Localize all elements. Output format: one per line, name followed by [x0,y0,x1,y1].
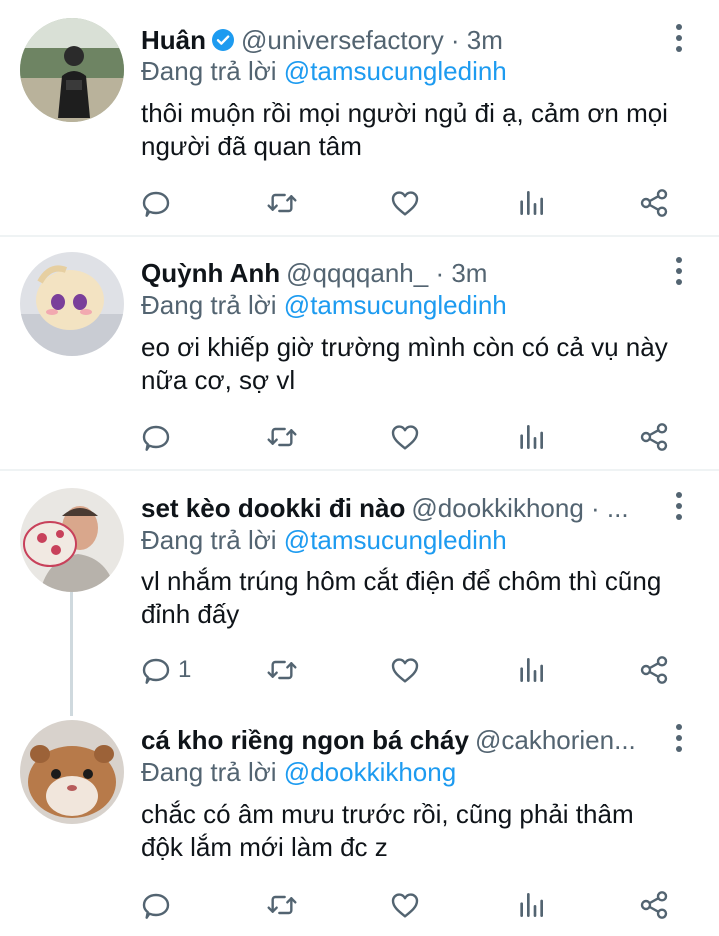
replying-prefix: Đang trả lời [141,525,277,555]
replying-prefix: Đang trả lời [141,290,277,320]
reply-mention-link[interactable]: @tamsucungledinh [284,525,507,555]
tweet-text: thôi muộn rồi mọi người ngủ đi ạ, cảm ơn… [141,98,668,161]
action-bar [0,417,719,457]
replying-prefix: Đang trả lời [141,56,277,86]
tweet-text: eo ơi khiếp giờ trường mình còn có cả vụ… [141,332,668,395]
retweet-icon [266,654,298,686]
share-icon [638,654,670,686]
handle-and-time[interactable]: @dookkikhong · ... [411,493,628,524]
display-name[interactable]: Quỳnh Anh [141,258,280,289]
display-name[interactable]: set kèo dookki đi nào [141,493,405,524]
analytics-icon [515,889,547,921]
analytics-icon [515,421,547,453]
more-options-icon[interactable] [669,253,689,289]
avatar[interactable] [20,18,124,122]
like-button[interactable] [389,417,421,457]
analytics-button[interactable] [515,183,547,223]
tweet[interactable]: Quỳnh Anh @qqqqanh_ · 3m Đang trả lời @t… [0,237,719,469]
analytics-icon [515,654,547,686]
reply-button[interactable] [140,417,178,457]
more-options-icon[interactable] [669,720,689,756]
reply-icon [140,889,172,921]
tweet[interactable]: Huân @universefactory · 3m Đang trả lời … [0,0,719,236]
retweet-button[interactable] [266,885,298,925]
reply-mention-link[interactable]: @dookkikhong [284,757,456,787]
tweet-text: vl nhắm trúng hôm cắt điện để chôm thì c… [141,566,662,629]
replying-to: Đang trả lời @dookkikhong [141,757,456,788]
tweet-text: chắc có âm mưu trước rồi, cũng phải thâm… [141,799,634,862]
replying-prefix: Đang trả lời [141,757,277,787]
reply-button[interactable] [140,183,178,223]
handle-and-time[interactable]: @qqqqanh_ · 3m [286,258,487,289]
verified-badge-icon [211,28,235,52]
tweet[interactable]: cá kho riềng ngon bá cháy @cakhorien... … [0,710,719,936]
handle-and-time[interactable]: @universefactory · 3m [241,25,503,56]
action-bar [0,183,719,223]
analytics-button[interactable] [515,885,547,925]
handle-and-time[interactable]: @cakhorien... [475,725,636,756]
reply-icon [140,187,172,219]
like-button[interactable] [389,650,421,690]
replying-to: Đang trả lời @tamsucungledinh [141,525,507,556]
tweet-header: set kèo dookki đi nào @dookkikhong · ... [141,488,659,528]
tweet[interactable]: set kèo dookki đi nào @dookkikhong · ...… [0,471,719,711]
action-bar: 1 [0,650,719,690]
retweet-icon [266,421,298,453]
reply-count: 1 [178,656,192,683]
display-name[interactable]: Huân [141,25,206,56]
replying-to: Đang trả lời @tamsucungledinh [141,290,507,321]
retweet-button[interactable] [266,650,298,690]
share-icon [638,187,670,219]
reply-mention-link[interactable]: @tamsucungledinh [284,56,507,86]
avatar[interactable] [20,488,124,592]
tweet-header: Huân @universefactory · 3m [141,20,659,60]
share-button[interactable] [638,650,670,690]
avatar[interactable] [20,720,124,824]
more-options-icon[interactable] [669,20,689,56]
reply-button[interactable]: 1 [140,650,191,690]
reply-icon [140,654,172,686]
share-button[interactable] [638,417,670,457]
analytics-icon [515,187,547,219]
replying-to: Đang trả lời @tamsucungledinh [141,56,507,87]
action-bar [0,885,719,925]
retweet-button[interactable] [266,417,298,457]
share-button[interactable] [638,183,670,223]
tweet-header: cá kho riềng ngon bá cháy @cakhorien... [141,720,659,760]
avatar[interactable] [20,252,124,356]
reply-icon [140,421,172,453]
retweet-icon [266,187,298,219]
like-icon [389,654,421,686]
analytics-button[interactable] [515,417,547,457]
share-icon [638,889,670,921]
display-name[interactable]: cá kho riềng ngon bá cháy [141,725,469,756]
tweet-header: Quỳnh Anh @qqqqanh_ · 3m [141,253,659,293]
retweet-button[interactable] [266,183,298,223]
share-icon [638,421,670,453]
analytics-button[interactable] [515,650,547,690]
reply-mention-link[interactable]: @tamsucungledinh [284,290,507,320]
like-icon [389,889,421,921]
like-icon [389,421,421,453]
like-button[interactable] [389,183,421,223]
share-button[interactable] [638,885,670,925]
retweet-icon [266,889,298,921]
reply-button[interactable] [140,885,178,925]
like-button[interactable] [389,885,421,925]
more-options-icon[interactable] [669,488,689,524]
like-icon [389,187,421,219]
